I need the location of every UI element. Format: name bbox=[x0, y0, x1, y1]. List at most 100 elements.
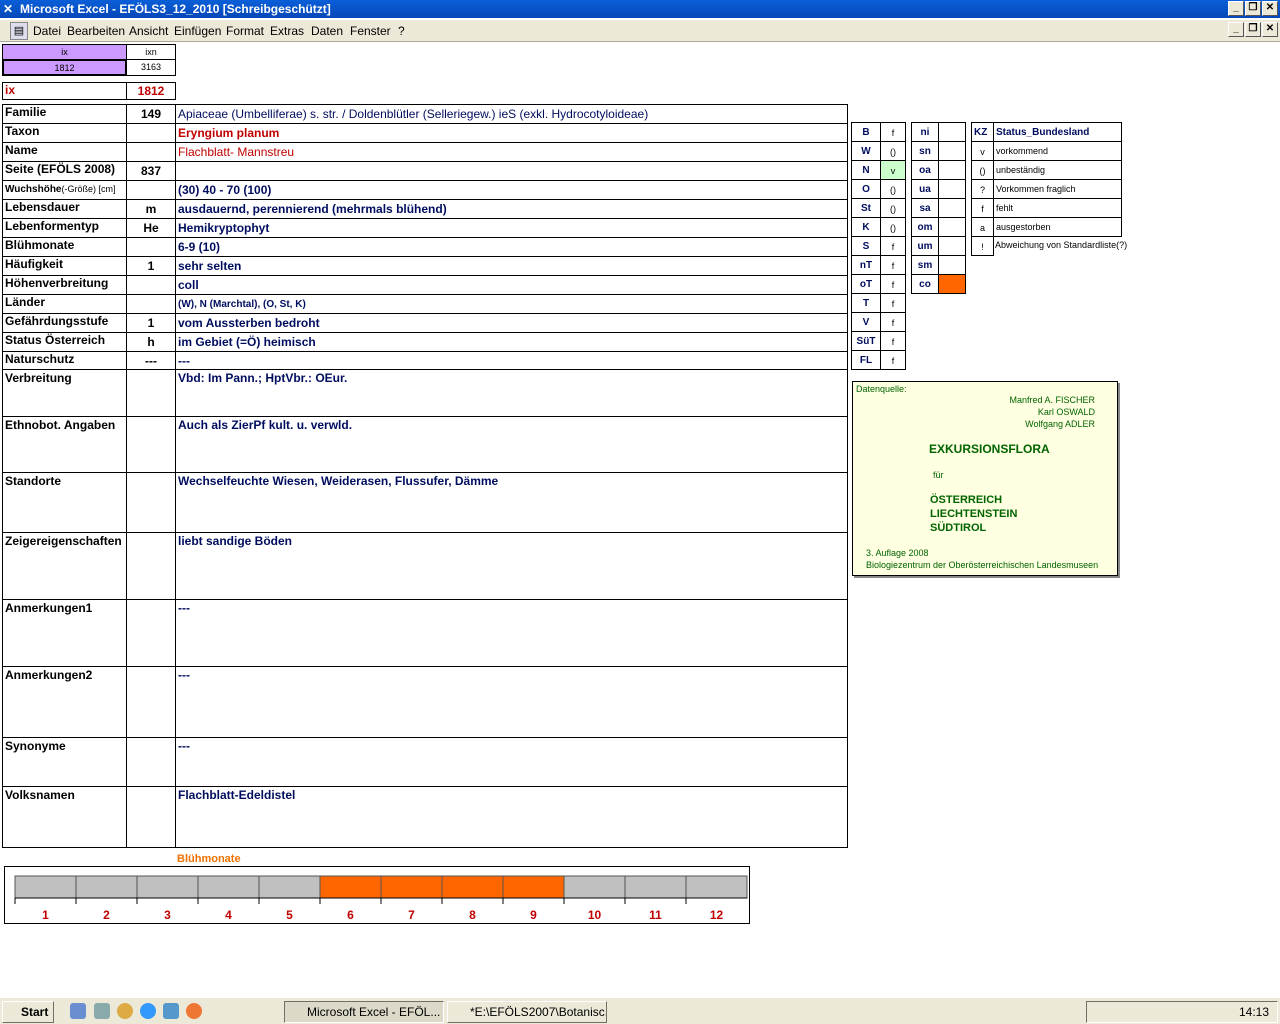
menu-fenster[interactable]: Fenster bbox=[350, 24, 391, 38]
outlook-icon[interactable] bbox=[163, 1003, 179, 1019]
row-label[interactable]: Status Österreich bbox=[2, 332, 127, 352]
state-key[interactable]: oT bbox=[851, 274, 881, 294]
row-label[interactable]: Länder bbox=[2, 294, 127, 314]
state-key[interactable]: T bbox=[851, 293, 881, 313]
ie-icon[interactable] bbox=[140, 1003, 156, 1019]
start-button[interactable]: Start bbox=[2, 1001, 54, 1023]
doc-minimize-button[interactable]: _ bbox=[1228, 22, 1244, 37]
altitude-key[interactable]: sm bbox=[911, 255, 939, 275]
altitude-value[interactable] bbox=[938, 274, 966, 294]
state-key[interactable]: O bbox=[851, 179, 881, 199]
row-value[interactable] bbox=[175, 161, 848, 181]
tall-row-code[interactable] bbox=[126, 599, 176, 667]
state-value[interactable]: f bbox=[880, 312, 906, 332]
row-value[interactable]: Flachblatt- Mannstreu bbox=[175, 142, 848, 162]
state-key[interactable]: W bbox=[851, 141, 881, 161]
row-code[interactable]: He bbox=[126, 218, 176, 238]
row-label[interactable]: Name bbox=[2, 142, 127, 162]
menu-einfuegen[interactable]: Einfügen bbox=[174, 24, 221, 38]
tall-row-code[interactable] bbox=[126, 786, 176, 848]
tall-row-code[interactable] bbox=[126, 532, 176, 600]
row-label[interactable]: Lebensdauer bbox=[2, 199, 127, 219]
menu-ansicht[interactable]: Ansicht bbox=[129, 24, 168, 38]
state-value[interactable]: () bbox=[880, 217, 906, 237]
row-value[interactable]: Hemikryptophyt bbox=[175, 218, 848, 238]
state-value[interactable]: f bbox=[880, 236, 906, 256]
state-value[interactable]: () bbox=[880, 141, 906, 161]
row-label[interactable]: Wuchshöhe(-Größe) [cm] bbox=[2, 180, 127, 200]
desktop-icon[interactable] bbox=[70, 1003, 86, 1019]
state-value[interactable]: () bbox=[880, 198, 906, 218]
row-label[interactable]: Häufigkeit bbox=[2, 256, 127, 276]
doc-maximize-button[interactable]: ❐ bbox=[1245, 22, 1261, 37]
tall-row-label[interactable]: Ethnobot. Angaben bbox=[2, 416, 127, 473]
row-code[interactable]: m bbox=[126, 199, 176, 219]
altitude-value[interactable] bbox=[938, 255, 966, 275]
task-excel[interactable]: Microsoft Excel - EFÖL... bbox=[284, 1001, 444, 1023]
row-value[interactable]: coll bbox=[175, 275, 848, 295]
row-value[interactable]: 6-9 (10) bbox=[175, 237, 848, 257]
tall-row-label[interactable]: Synonyme bbox=[2, 737, 127, 787]
ix-big-value[interactable]: 1812 bbox=[126, 82, 176, 100]
tall-row-label[interactable]: Anmerkungen1 bbox=[2, 599, 127, 667]
menu-daten[interactable]: Daten bbox=[311, 24, 343, 38]
row-value[interactable]: vom Aussterben bedroht bbox=[175, 313, 848, 333]
tall-row-value[interactable]: Vbd: Im Pann.; HptVbr.: OEur. bbox=[175, 369, 848, 417]
tall-row-label[interactable]: Anmerkungen2 bbox=[2, 666, 127, 738]
row-value[interactable]: --- bbox=[175, 351, 848, 370]
row-label[interactable]: Blühmonate bbox=[2, 237, 127, 257]
row-code[interactable]: --- bbox=[126, 351, 176, 370]
row-code[interactable] bbox=[126, 294, 176, 314]
altitude-value[interactable] bbox=[938, 217, 966, 237]
row-label[interactable]: Taxon bbox=[2, 123, 127, 143]
row-label[interactable]: Familie bbox=[2, 104, 127, 124]
tall-row-code[interactable] bbox=[126, 472, 176, 533]
close-button[interactable]: ✕ bbox=[1262, 1, 1278, 16]
altitude-key[interactable]: sn bbox=[911, 141, 939, 161]
tall-row-label[interactable]: Standorte bbox=[2, 472, 127, 533]
row-label[interactable]: Naturschutz bbox=[2, 351, 127, 370]
state-value[interactable]: f bbox=[880, 122, 906, 142]
altitude-value[interactable] bbox=[938, 179, 966, 199]
row-code[interactable]: 1 bbox=[126, 256, 176, 276]
altitude-value[interactable] bbox=[938, 236, 966, 256]
row-code[interactable] bbox=[126, 237, 176, 257]
row-value[interactable]: Eryngium planum bbox=[175, 123, 848, 143]
tall-row-value[interactable]: liebt sandige Böden bbox=[175, 532, 848, 600]
maximize-button[interactable]: ❐ bbox=[1245, 1, 1261, 16]
ix-header[interactable]: ix bbox=[2, 44, 127, 60]
tall-row-value[interactable]: Wechselfeuchte Wiesen, Weiderasen, Fluss… bbox=[175, 472, 848, 533]
state-key[interactable]: SüT bbox=[851, 331, 881, 351]
row-code[interactable]: 1 bbox=[126, 313, 176, 333]
row-code[interactable]: 837 bbox=[126, 161, 176, 181]
state-key[interactable]: K bbox=[851, 217, 881, 237]
altitude-value[interactable] bbox=[938, 141, 966, 161]
tall-row-code[interactable] bbox=[126, 369, 176, 417]
row-code[interactable] bbox=[126, 142, 176, 162]
altitude-key[interactable]: um bbox=[911, 236, 939, 256]
row-code[interactable]: h bbox=[126, 332, 176, 352]
workbook-icon[interactable]: ▤ bbox=[10, 22, 28, 40]
tall-row-value[interactable]: Auch als ZierPf kult. u. verwld. bbox=[175, 416, 848, 473]
tall-row-label[interactable]: Zeigereigenschaften bbox=[2, 532, 127, 600]
state-key[interactable]: FL bbox=[851, 350, 881, 370]
state-key[interactable]: N bbox=[851, 160, 881, 180]
tall-row-value[interactable]: Flachblatt-Edeldistel bbox=[175, 786, 848, 848]
altitude-key[interactable]: sa bbox=[911, 198, 939, 218]
tall-row-code[interactable] bbox=[126, 666, 176, 738]
menu-help[interactable]: ? bbox=[398, 24, 405, 38]
row-label[interactable]: Höhenverbreitung bbox=[2, 275, 127, 295]
state-value[interactable]: f bbox=[880, 255, 906, 275]
explorer-icon[interactable] bbox=[94, 1003, 110, 1019]
altitude-key[interactable]: oa bbox=[911, 160, 939, 180]
ix-value[interactable]: 1812 bbox=[2, 59, 127, 76]
altitude-value[interactable] bbox=[938, 160, 966, 180]
row-value[interactable]: ausdauernd, perennierend (mehrmals blühe… bbox=[175, 199, 848, 219]
tall-row-value[interactable]: --- bbox=[175, 599, 848, 667]
minimize-button[interactable]: _ bbox=[1228, 1, 1244, 16]
row-code[interactable] bbox=[126, 275, 176, 295]
row-value[interactable]: (30) 40 - 70 (100) bbox=[175, 180, 848, 200]
row-code[interactable] bbox=[126, 180, 176, 200]
row-code[interactable] bbox=[126, 123, 176, 143]
task-explorer[interactable]: *E:\EFÖLS2007\Botanisc... bbox=[447, 1001, 607, 1023]
